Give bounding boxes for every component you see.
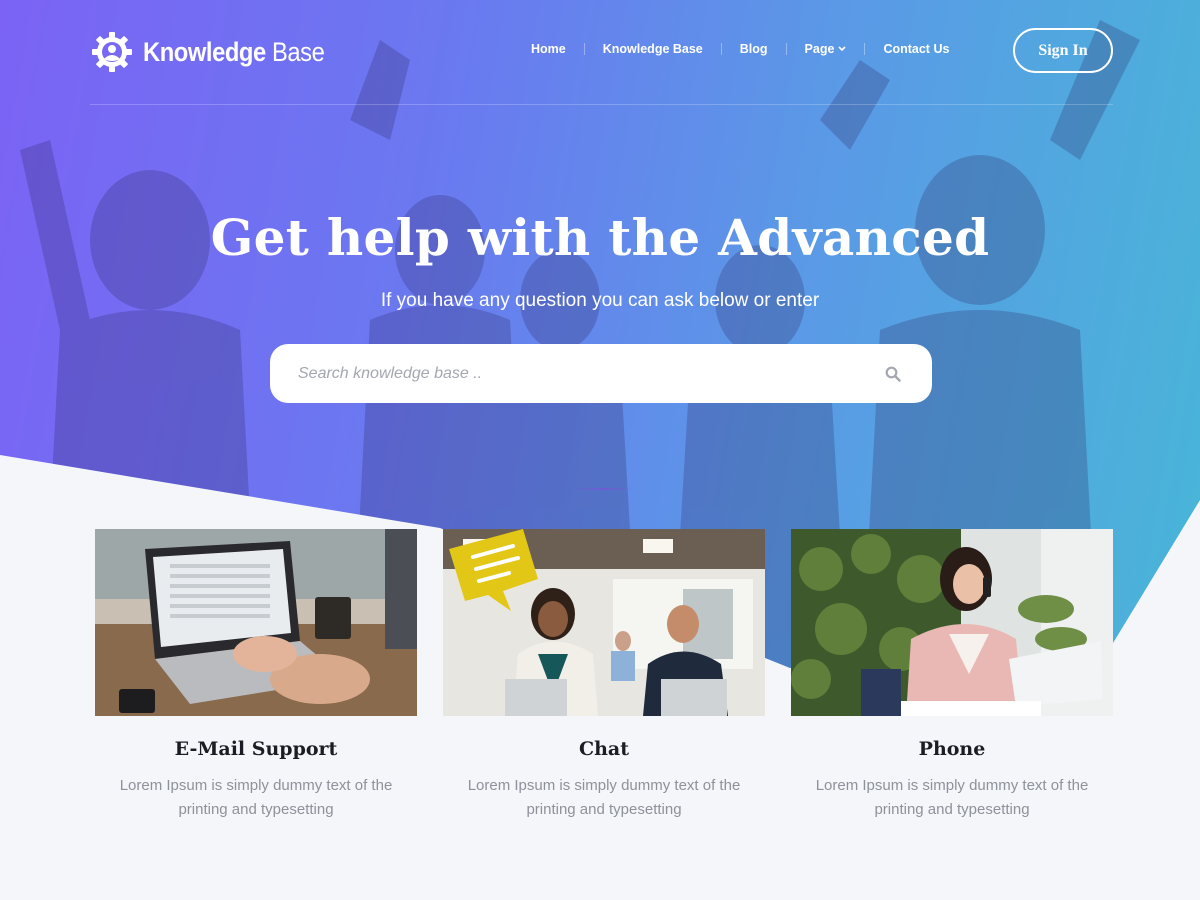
nav-home[interactable]: Home bbox=[513, 42, 584, 56]
sign-in-button[interactable]: Sign In bbox=[1013, 28, 1113, 73]
gear-person-icon bbox=[92, 32, 132, 72]
card-title: E-Mail Support bbox=[174, 738, 338, 760]
site-logo[interactable]: Knowledge Base bbox=[90, 30, 349, 74]
chevron-down-icon bbox=[838, 46, 847, 52]
laptop-photo bbox=[95, 529, 417, 716]
card-image-office bbox=[443, 529, 765, 716]
section-divider bbox=[573, 488, 633, 490]
logo-text-light: Base bbox=[271, 36, 325, 67]
logo-text: Knowledge Base bbox=[143, 36, 325, 68]
hero-title: Get help with the Advanced bbox=[210, 208, 990, 267]
search-input[interactable] bbox=[298, 364, 882, 383]
card-email-support[interactable]: E-Mail Support Lorem Ipsum is simply dum… bbox=[95, 529, 417, 822]
card-title: Phone bbox=[918, 738, 986, 760]
logo-text-bold: Knowledge bbox=[143, 36, 266, 67]
search-button[interactable] bbox=[882, 363, 904, 385]
hero-subtitle: If you have any question you can ask bel… bbox=[380, 290, 820, 311]
nav-knowledge-base[interactable]: Knowledge Base bbox=[585, 42, 721, 56]
support-cards: E-Mail Support Lorem Ipsum is simply dum… bbox=[95, 529, 1113, 829]
nav-blog[interactable]: Blog bbox=[722, 42, 786, 56]
card-image-phone-call bbox=[791, 529, 1113, 716]
card-chat[interactable]: Chat Lorem Ipsum is simply dummy text of… bbox=[443, 529, 765, 822]
card-text: Lorem Ipsum is simply dummy text of the … bbox=[119, 777, 393, 818]
card-title: Chat bbox=[578, 738, 630, 760]
card-image-laptop bbox=[95, 529, 417, 716]
card-phone[interactable]: Phone Lorem Ipsum is simply dummy text o… bbox=[791, 529, 1113, 822]
navbar-divider bbox=[90, 104, 1113, 105]
main-menu: Home Knowledge Base Blog Page Contact Us bbox=[513, 42, 967, 56]
card-text: Lorem Ipsum is simply dummy text of the … bbox=[815, 777, 1089, 818]
nav-page-label: Page bbox=[804, 42, 835, 56]
nav-contact-us[interactable]: Contact Us bbox=[865, 42, 967, 56]
phone-call-photo bbox=[791, 529, 1113, 716]
card-text: Lorem Ipsum is simply dummy text of the … bbox=[467, 777, 741, 818]
search-icon bbox=[885, 366, 901, 382]
nav-page-dropdown[interactable]: Page bbox=[787, 42, 865, 56]
office-photo bbox=[443, 529, 765, 716]
top-navbar: Knowledge Base Home Knowledge Base Blog … bbox=[90, 28, 1113, 74]
search-bar bbox=[270, 344, 932, 403]
